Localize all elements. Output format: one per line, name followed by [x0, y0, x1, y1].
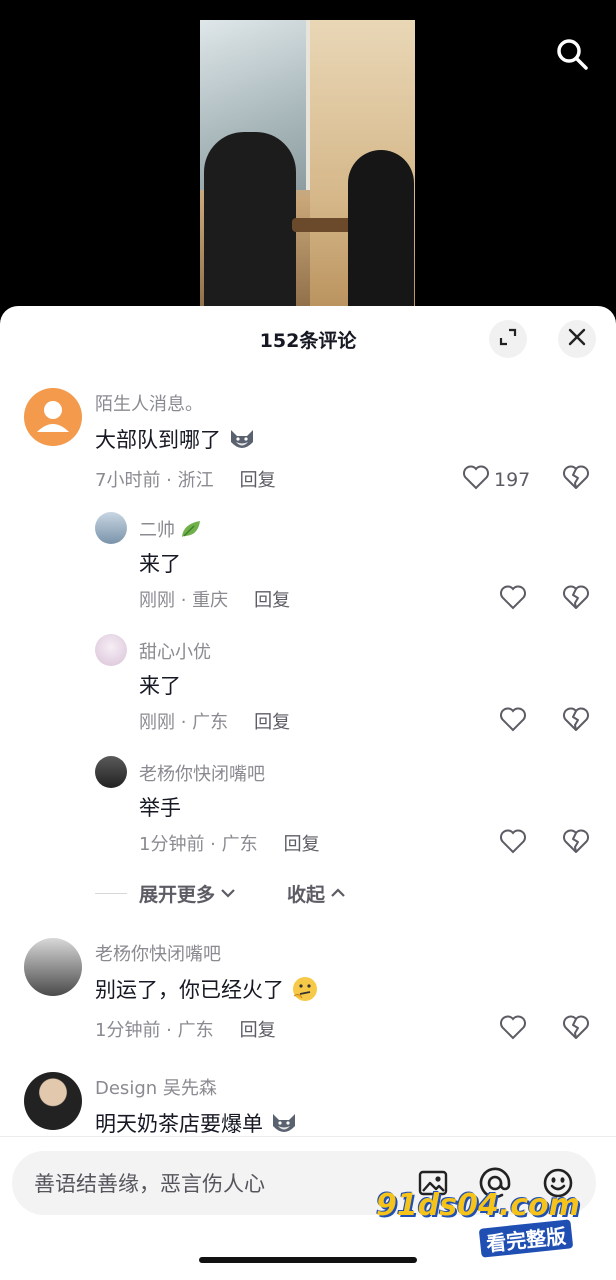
video-player[interactable]	[0, 0, 616, 320]
reply-username-row: 二帅	[139, 516, 203, 542]
expand-more-button[interactable]: 展开更多	[139, 880, 237, 907]
reply-item: 甜心小优 来了 刚刚 · 广东 回复	[0, 628, 616, 750]
dislike-button[interactable]	[562, 828, 590, 858]
close-icon	[567, 327, 587, 351]
watermark-logo: 91ds04.com 看完整版	[376, 1188, 580, 1260]
search-button[interactable]	[550, 34, 594, 78]
reply-button[interactable]: 回复	[254, 586, 290, 612]
collapse-button[interactable]: 收起	[287, 880, 347, 907]
comment-text: 举手	[139, 792, 181, 822]
avatar[interactable]	[95, 634, 127, 666]
broken-heart-icon	[562, 1015, 590, 1044]
reply-item: 二帅 来了 刚刚 · 重庆 回复	[0, 506, 616, 628]
like-button[interactable]	[499, 706, 527, 737]
comment-text: 明天奶茶店要爆单	[95, 1108, 299, 1136]
watermark-text-bottom: 看完整版	[478, 1219, 574, 1258]
comment-username[interactable]: 陌生人消息。	[95, 390, 203, 416]
heart-icon	[499, 706, 527, 737]
reply-button[interactable]: 回复	[284, 830, 320, 856]
comment-time-location: 7小时前 · 浙江	[95, 470, 214, 491]
watermark-text-top: 91ds04.com	[376, 1188, 580, 1223]
comment-text: 来了	[139, 548, 181, 578]
comment-time-location: 1分钟前 · 广东	[139, 834, 258, 855]
heart-icon	[462, 464, 490, 495]
reply-item: 老杨你快闭嘴吧 举手 1分钟前 · 广东 回复	[0, 750, 616, 872]
sheet-header: 152条评论	[0, 306, 616, 370]
comment-text-content: 明天奶茶店要爆单	[95, 1112, 263, 1136]
wolf-emoji-icon	[269, 1108, 299, 1136]
avatar[interactable]	[24, 388, 82, 446]
comment-text: 别运了，你已经火了	[95, 974, 320, 1004]
comment-time-location: 刚刚 · 重庆	[139, 590, 229, 611]
video-table	[292, 218, 354, 232]
leaf-icon	[179, 518, 203, 540]
comment-item: 老杨你快闭嘴吧 别运了，你已经火了 1分钟前 · 广东 回复	[0, 936, 616, 1066]
comment-meta: 7小时前 · 浙江 回复	[95, 466, 276, 492]
dislike-button[interactable]	[562, 706, 590, 736]
heart-icon	[499, 584, 527, 615]
search-icon	[554, 36, 590, 76]
like-button[interactable]	[499, 828, 527, 859]
thread-controls: 展开更多 收起	[95, 877, 347, 909]
avatar[interactable]	[24, 1072, 82, 1130]
comment-meta: 刚刚 · 广东 回复	[139, 708, 290, 734]
broken-heart-icon	[562, 829, 590, 858]
heart-icon	[499, 828, 527, 859]
comment-text-content: 来了	[139, 552, 181, 576]
comment-item: Design 吴先森 明天奶茶店要爆单	[0, 1070, 616, 1136]
heart-icon	[499, 1014, 527, 1045]
dislike-button[interactable]	[562, 584, 590, 614]
like-button[interactable]: 197	[462, 464, 530, 495]
thinking-emoji-icon	[290, 974, 320, 1004]
comment-meta: 刚刚 · 重庆 回复	[139, 586, 290, 612]
chevron-down-icon	[219, 884, 237, 902]
video-thumbnail[interactable]	[200, 20, 415, 320]
reply-button[interactable]: 回复	[240, 466, 276, 492]
broken-heart-icon	[562, 707, 590, 736]
comment-username[interactable]: 甜心小优	[139, 638, 211, 664]
avatar[interactable]	[95, 512, 127, 544]
chevron-up-icon	[329, 884, 347, 902]
reply-button[interactable]: 回复	[240, 1016, 276, 1042]
fullscreen-button[interactable]	[489, 320, 527, 358]
comment-username[interactable]: 老杨你快闭嘴吧	[139, 760, 265, 786]
comment-text-content: 来了	[139, 674, 181, 698]
comment-meta: 1分钟前 · 广东 回复	[95, 1016, 276, 1042]
dislike-button[interactable]	[562, 1014, 590, 1044]
comment-item: 陌生人消息。 大部队到哪了 7小时前 · 浙江 回复 197	[0, 386, 616, 506]
video-person-right	[348, 150, 414, 320]
comment-time-location: 1分钟前 · 广东	[95, 1020, 214, 1041]
comment-text: 大部队到哪了	[95, 424, 257, 454]
broken-heart-icon	[562, 465, 590, 494]
like-button[interactable]	[499, 1014, 527, 1045]
divider-line	[95, 892, 127, 894]
wolf-emoji-icon	[227, 424, 257, 454]
comment-text-content: 大部队到哪了	[95, 428, 221, 452]
comment-sheet: 152条评论 陌生人消息。 大部队到哪了 7小时前 · 浙江 回复 197 二帅…	[0, 306, 616, 1280]
collapse-label: 收起	[287, 883, 326, 906]
avatar[interactable]	[95, 756, 127, 788]
expand-icon	[497, 326, 519, 352]
expand-more-label: 展开更多	[139, 883, 216, 906]
comment-username[interactable]: 二帅	[139, 516, 175, 542]
comment-username[interactable]: 老杨你快闭嘴吧	[95, 940, 221, 966]
broken-heart-icon	[562, 585, 590, 614]
comment-text: 来了	[139, 670, 181, 700]
dislike-button[interactable]	[562, 464, 590, 494]
reply-button[interactable]: 回复	[254, 708, 290, 734]
like-count: 197	[494, 468, 531, 491]
input-placeholder: 善语结善缘，恶言伤人心	[34, 1172, 265, 1196]
video-person-left	[204, 132, 296, 320]
avatar[interactable]	[24, 938, 82, 996]
comment-username[interactable]: Design 吴先森	[95, 1074, 217, 1100]
comment-meta: 1分钟前 · 广东 回复	[139, 830, 320, 856]
comment-list: 陌生人消息。 大部队到哪了 7小时前 · 浙江 回复 197 二帅 来了 刚刚 …	[0, 370, 616, 1136]
comment-time-location: 刚刚 · 广东	[139, 712, 229, 733]
comment-text-content: 举手	[139, 796, 181, 820]
close-button[interactable]	[558, 320, 596, 358]
like-button[interactable]	[499, 584, 527, 615]
comment-text-content: 别运了，你已经火了	[95, 978, 284, 1002]
